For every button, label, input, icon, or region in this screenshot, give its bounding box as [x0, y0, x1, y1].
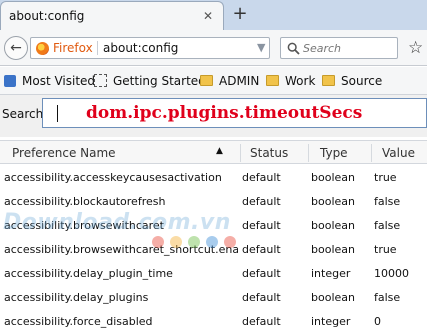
pref-value: 0	[374, 315, 381, 328]
bookmark-source[interactable]: Source	[322, 72, 382, 90]
pref-status: default	[242, 291, 281, 304]
search-input[interactable]	[303, 40, 395, 56]
firefox-logo-icon	[36, 42, 49, 55]
bookmark-label: Getting Started	[113, 74, 206, 88]
pref-value: true	[374, 171, 397, 184]
table-row[interactable]: accessibility.browsewithcaret_shortcut.e…	[0, 239, 427, 263]
tab-about-config[interactable]: about:config ✕	[0, 1, 224, 30]
table-row[interactable]: accessibility.blockautorefresh default b…	[0, 191, 427, 215]
tab-title: about:config	[9, 9, 85, 23]
table-row[interactable]: accessibility.browsewithcaret default bo…	[0, 215, 427, 239]
bookmark-label: Most Visited	[22, 74, 96, 88]
column-header-preference-name[interactable]: Preference Name	[12, 146, 116, 160]
table-row[interactable]: accessibility.force_disabled default int…	[0, 311, 427, 333]
search-query-text: dom.ipc.plugins.timeoutSecs	[86, 103, 363, 123]
url-separator	[97, 41, 98, 55]
pref-status: default	[242, 195, 281, 208]
pref-status: default	[242, 243, 281, 256]
column-header-value[interactable]: Value	[382, 146, 415, 160]
folder-icon	[266, 75, 279, 86]
pref-type: integer	[311, 315, 351, 328]
preferences-table: Preference Name ▲ Status Type Value acce…	[0, 140, 427, 333]
pref-value: true	[374, 243, 397, 256]
search-icon	[287, 42, 300, 55]
dropdown-arrow-icon[interactable]: ▼	[257, 41, 265, 54]
site-identity[interactable]: Firefox	[53, 41, 93, 55]
text-caret	[57, 105, 58, 122]
pref-value: false	[374, 219, 401, 232]
config-search-label: Search:	[2, 107, 48, 121]
pref-value: false	[374, 195, 401, 208]
bookmark-admin[interactable]: ADMIN	[200, 72, 259, 90]
bookmark-most-visited[interactable]: Most Visited	[4, 72, 95, 90]
url-text[interactable]: about:config	[103, 41, 178, 55]
bookmark-label: Work	[285, 74, 316, 88]
pref-status: default	[242, 171, 281, 184]
column-divider[interactable]	[240, 144, 241, 162]
pref-value: 10000	[374, 267, 409, 280]
table-row[interactable]: accessibility.accesskeycausesactivation …	[0, 167, 427, 191]
pref-name: accessibility.force_disabled	[4, 315, 153, 328]
pref-status: default	[242, 219, 281, 232]
pref-type: boolean	[311, 171, 355, 184]
back-button[interactable]: ←	[4, 36, 28, 60]
bookmark-work[interactable]: Work	[266, 72, 315, 90]
pref-type: integer	[311, 267, 351, 280]
pref-value: false	[374, 291, 401, 304]
search-box[interactable]	[280, 37, 398, 59]
column-header-type[interactable]: Type	[320, 146, 348, 160]
pref-type: boolean	[311, 195, 355, 208]
pref-type: boolean	[311, 291, 355, 304]
folder-icon	[200, 75, 213, 86]
column-header-status[interactable]: Status	[250, 146, 288, 160]
navigation-bar: ← Firefox about:config ▼ ☆	[0, 30, 427, 66]
table-header: Preference Name ▲ Status Type Value	[0, 140, 427, 164]
url-bar[interactable]: Firefox about:config ▼	[30, 37, 270, 59]
most-visited-icon	[4, 74, 16, 87]
column-divider[interactable]	[371, 144, 372, 162]
pref-status: default	[242, 315, 281, 328]
bookmark-getting-started[interactable]: Getting Started	[94, 72, 206, 90]
new-tab-button[interactable]: +	[229, 3, 251, 25]
page-icon	[94, 74, 107, 87]
pref-type: boolean	[311, 219, 355, 232]
pref-name: accessibility.blockautorefresh	[4, 195, 166, 208]
pref-name: accessibility.accesskeycausesactivation	[4, 171, 222, 184]
folder-icon	[322, 75, 335, 86]
table-row[interactable]: accessibility.delay_plugin_time default …	[0, 263, 427, 287]
column-divider[interactable]	[308, 144, 309, 162]
bookmark-star-icon[interactable]: ☆	[408, 38, 423, 58]
bookmark-label: ADMIN	[219, 74, 260, 88]
bookmark-label: Source	[341, 74, 383, 88]
pref-name: accessibility.delay_plugins	[4, 291, 149, 304]
tab-strip: about:config ✕ +	[0, 0, 427, 30]
table-row[interactable]: accessibility.delay_plugins default bool…	[0, 287, 427, 311]
sort-ascending-icon: ▲	[216, 146, 223, 156]
pref-status: default	[242, 267, 281, 280]
pref-name: accessibility.browsewithcaret	[4, 219, 164, 232]
pref-type: boolean	[311, 243, 355, 256]
pref-name: accessibility.delay_plugin_time	[4, 267, 173, 280]
bookmarks-toolbar: Most Visited Getting Started ADMIN Work …	[0, 67, 427, 95]
pref-name: accessibility.browsewithcaret_shortcut.e…	[4, 243, 238, 256]
close-icon[interactable]: ✕	[201, 9, 215, 23]
